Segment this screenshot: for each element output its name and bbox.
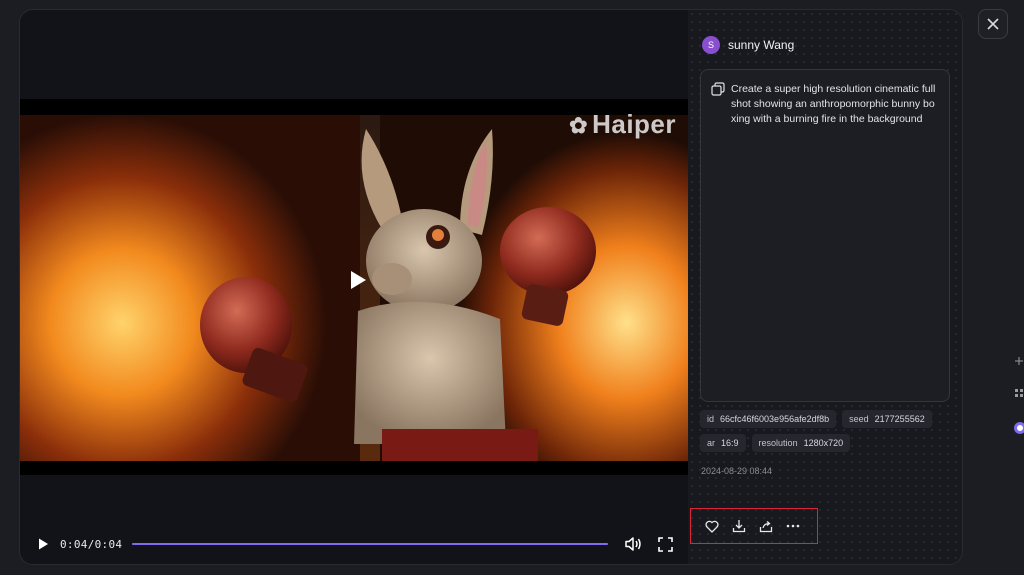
- volume-icon[interactable]: [622, 533, 644, 555]
- tag-resolution[interactable]: resolution 1280x720: [751, 434, 851, 452]
- video-detail-modal: ✿ Haiper 0:04/0:04 S sunny Wang Create a…: [19, 9, 963, 565]
- close-icon: [987, 18, 999, 30]
- play-icon[interactable]: [32, 533, 54, 555]
- user-header: S sunny Wang: [702, 36, 794, 54]
- download-icon[interactable]: [732, 519, 746, 533]
- video-player[interactable]: ✿ Haiper 0:04/0:04: [20, 10, 688, 564]
- assistant-icon[interactable]: [1012, 422, 1024, 434]
- share-icon[interactable]: [759, 519, 773, 533]
- side-tool-icon[interactable]: [1014, 356, 1024, 366]
- progress-fill: [132, 543, 608, 545]
- action-bar: [690, 508, 818, 544]
- avatar[interactable]: S: [702, 36, 720, 54]
- tag-id[interactable]: id 66cfc46f6003e956afe2df8b: [700, 410, 837, 428]
- created-date: 2024-08-29 08:44: [701, 466, 773, 476]
- more-icon[interactable]: [786, 519, 800, 533]
- fullscreen-icon[interactable]: [654, 533, 676, 555]
- prompt-box: Create a super high resolution cinematic…: [700, 69, 950, 402]
- info-panel: S sunny Wang Create a super high resolut…: [688, 10, 962, 564]
- metadata-tags: id 66cfc46f6003e956afe2df8b seed 217725556…: [700, 410, 956, 452]
- tag-aspect-ratio[interactable]: ar 16:9: [700, 434, 746, 452]
- play-overlay-icon[interactable]: [343, 266, 371, 294]
- progress-bar[interactable]: [132, 543, 608, 545]
- video-controls: 0:04/0:04: [20, 522, 688, 564]
- close-button[interactable]: [978, 9, 1008, 39]
- username[interactable]: sunny Wang: [728, 38, 794, 52]
- video-frame[interactable]: ✿ Haiper: [20, 99, 688, 475]
- haiper-watermark: ✿ Haiper: [569, 109, 676, 139]
- heart-icon[interactable]: [705, 519, 719, 533]
- tag-seed[interactable]: seed 2177255562: [842, 410, 932, 428]
- grid-icon[interactable]: [1014, 388, 1024, 398]
- copy-icon[interactable]: [711, 82, 725, 96]
- time-display: 0:04/0:04: [60, 537, 123, 551]
- prompt-text: Create a super high resolution cinematic…: [731, 83, 936, 125]
